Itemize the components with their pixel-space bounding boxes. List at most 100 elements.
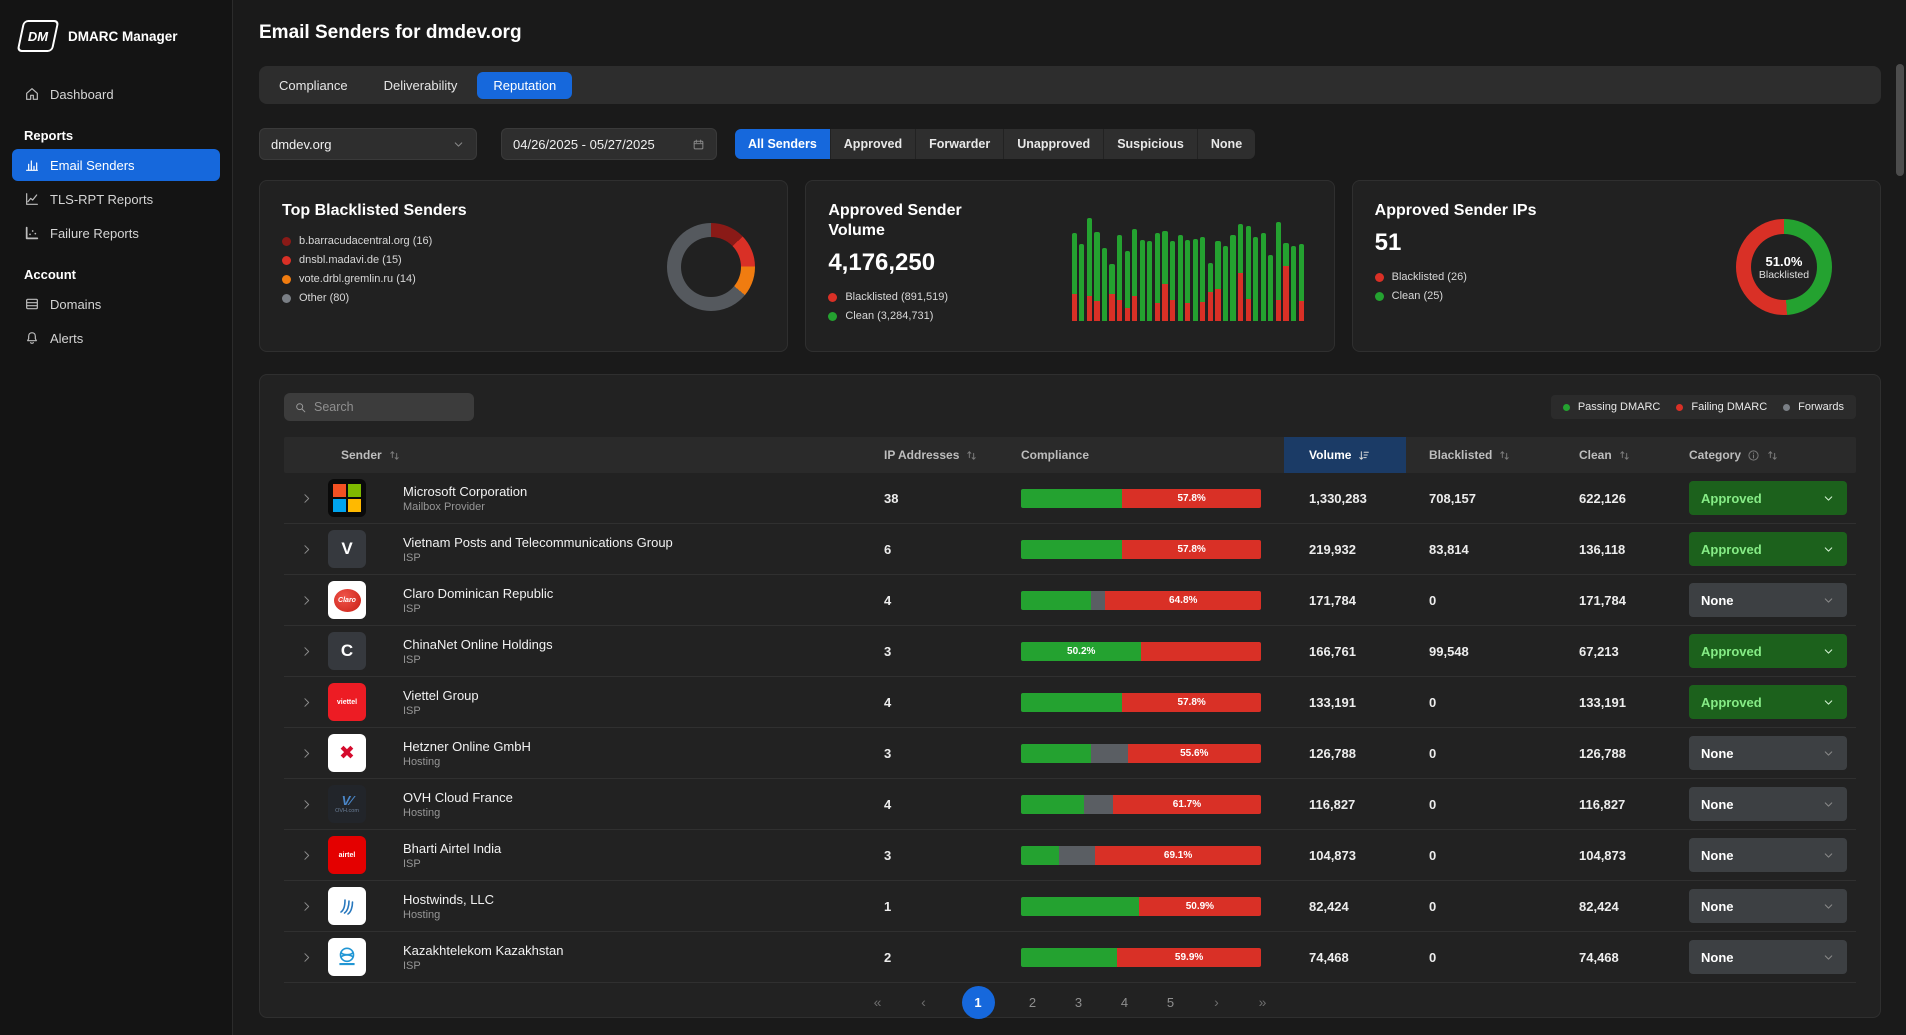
sender-logo bbox=[328, 887, 366, 925]
column-header-ip-addresses[interactable]: IP Addresses bbox=[851, 437, 1016, 473]
category-select[interactable]: None bbox=[1689, 583, 1847, 617]
sender-type: ISP bbox=[390, 552, 851, 564]
compliance-segment-red: 59.9% bbox=[1117, 948, 1261, 967]
sender-logo: viettel bbox=[328, 683, 366, 721]
row-expand-button[interactable] bbox=[284, 492, 328, 505]
legend-dot bbox=[282, 294, 291, 303]
volume-value: 1,330,283 bbox=[1284, 491, 1406, 506]
chevron-right-icon bbox=[300, 849, 313, 862]
card-approved-sender-volume: Approved Sender Volume 4,176,250 Blackli… bbox=[805, 180, 1334, 352]
pagination-page-5[interactable]: 5 bbox=[1163, 995, 1179, 1010]
tab-reputation[interactable]: Reputation bbox=[477, 72, 572, 99]
sender-type-button-suspicious[interactable]: Suspicious bbox=[1104, 129, 1198, 159]
compliance-segment-red: 50.9% bbox=[1139, 897, 1261, 916]
category-select[interactable]: None bbox=[1689, 889, 1847, 923]
category-select[interactable]: Approved bbox=[1689, 532, 1847, 566]
legend-dot bbox=[1783, 404, 1790, 411]
table-header: Sender IP Addresses Compliance Volume Bl… bbox=[284, 437, 1856, 473]
category-select[interactable]: Approved bbox=[1689, 634, 1847, 668]
compliance-legend: Passing DMARC Failing DMARC Forwards bbox=[1551, 395, 1856, 419]
sender-type-button-unapproved[interactable]: Unapproved bbox=[1004, 129, 1104, 159]
scrollbar-thumb[interactable] bbox=[1896, 64, 1904, 176]
blacklisted-value: 708,157 bbox=[1406, 491, 1558, 506]
row-expand-button[interactable] bbox=[284, 900, 328, 913]
legend-label: Blacklisted (26) bbox=[1392, 271, 1467, 283]
pagination-page-2[interactable]: 2 bbox=[1025, 995, 1041, 1010]
volume-bar bbox=[1200, 237, 1205, 321]
category-select[interactable]: Approved bbox=[1689, 685, 1847, 719]
row-expand-button[interactable] bbox=[284, 543, 328, 556]
chevron-down-icon bbox=[1822, 696, 1835, 709]
scatter-chart-icon bbox=[24, 225, 40, 241]
approved-volume-bar-chart bbox=[1072, 211, 1304, 321]
sidebar-item-email-senders[interactable]: Email Senders bbox=[12, 149, 220, 181]
tab-compliance[interactable]: Compliance bbox=[263, 72, 364, 99]
row-expand-button[interactable] bbox=[284, 798, 328, 811]
legend-dot bbox=[828, 293, 837, 302]
category-select[interactable]: None bbox=[1689, 838, 1847, 872]
legend-dot bbox=[282, 256, 291, 265]
row-expand-button[interactable] bbox=[284, 594, 328, 607]
sidebar-item-domains[interactable]: Domains bbox=[12, 288, 220, 320]
sidebar-item-label: Dashboard bbox=[50, 87, 114, 102]
tab-deliverability[interactable]: Deliverability bbox=[368, 72, 474, 99]
sender-type-button-all-senders[interactable]: All Senders bbox=[735, 129, 831, 159]
pagination-last-button[interactable]: » bbox=[1255, 994, 1271, 1010]
legend-item: Passing DMARC bbox=[1563, 401, 1661, 413]
pagination-prev-button[interactable]: ‹ bbox=[916, 994, 932, 1010]
compliance-segment-green bbox=[1021, 693, 1122, 712]
legend-label: Forwards bbox=[1798, 401, 1844, 413]
chevron-right-icon bbox=[300, 543, 313, 556]
chevron-down-icon bbox=[1822, 594, 1835, 607]
chevron-down-icon bbox=[1822, 951, 1835, 964]
category-select[interactable]: None bbox=[1689, 787, 1847, 821]
sidebar-section-label: Account bbox=[24, 267, 208, 282]
legend-dot bbox=[1375, 292, 1384, 301]
sender-type-button-none[interactable]: None bbox=[1198, 129, 1255, 159]
sender-type-button-forwarder[interactable]: Forwarder bbox=[916, 129, 1004, 159]
clean-value: 171,784 bbox=[1558, 593, 1670, 608]
compliance-segment-gray bbox=[1091, 591, 1105, 610]
search-input[interactable] bbox=[314, 400, 464, 414]
sidebar-item-failure-reports[interactable]: Failure Reports bbox=[12, 217, 220, 249]
row-expand-button[interactable] bbox=[284, 951, 328, 964]
sidebar-item-label: Alerts bbox=[50, 331, 83, 346]
legend-label: b.barracudacentral.org (16) bbox=[299, 235, 432, 247]
stat-cards: Top Blacklisted Senders b.barracudacentr… bbox=[259, 180, 1881, 352]
column-header-volume-sorted[interactable]: Volume bbox=[1284, 437, 1406, 473]
volume-bar bbox=[1125, 251, 1130, 321]
sidebar-item-tls-rpt-reports[interactable]: TLS-RPT Reports bbox=[12, 183, 220, 215]
pagination-page-1[interactable]: 1 bbox=[962, 986, 995, 1019]
column-header-category[interactable]: Category bbox=[1670, 437, 1856, 473]
donut-center-value: 51.0% bbox=[1766, 254, 1803, 269]
sort-icon bbox=[1618, 449, 1631, 462]
sidebar-item-dashboard[interactable]: Dashboard bbox=[12, 78, 220, 110]
pagination-next-button[interactable]: › bbox=[1209, 994, 1225, 1010]
column-header-sender[interactable]: Sender bbox=[328, 437, 851, 473]
pagination-page-3[interactable]: 3 bbox=[1071, 995, 1087, 1010]
sidebar-item-alerts[interactable]: Alerts bbox=[12, 322, 220, 354]
compliance-bar: 50.2% bbox=[1021, 642, 1261, 661]
date-range-picker[interactable]: 04/26/2025 - 05/27/2025 bbox=[501, 128, 717, 160]
category-select[interactable]: None bbox=[1689, 736, 1847, 770]
domain-select[interactable]: dmdev.org bbox=[259, 128, 477, 160]
column-header-clean[interactable]: Clean bbox=[1558, 437, 1670, 473]
column-header-blacklisted[interactable]: Blacklisted bbox=[1406, 437, 1558, 473]
category-select[interactable]: Approved bbox=[1689, 481, 1847, 515]
volume-bar bbox=[1170, 241, 1175, 321]
row-expand-button[interactable] bbox=[284, 849, 328, 862]
table-row: Kazakhtelekom Kazakhstan ISP 2 59.9% 74,… bbox=[284, 932, 1856, 983]
sidebar-item-label: Failure Reports bbox=[50, 226, 139, 241]
domain-select-value: dmdev.org bbox=[271, 137, 331, 152]
compliance-segment-green bbox=[1021, 489, 1122, 508]
pagination-first-button[interactable]: « bbox=[870, 994, 886, 1010]
sender-name: Hostwinds, LLC bbox=[390, 892, 851, 907]
pagination-page-4[interactable]: 4 bbox=[1117, 995, 1133, 1010]
compliance-percentage: 50.2% bbox=[1067, 646, 1095, 657]
row-expand-button[interactable] bbox=[284, 747, 328, 760]
volume-bar bbox=[1079, 244, 1084, 321]
category-select[interactable]: None bbox=[1689, 940, 1847, 974]
row-expand-button[interactable] bbox=[284, 696, 328, 709]
row-expand-button[interactable] bbox=[284, 645, 328, 658]
sender-type-button-approved[interactable]: Approved bbox=[831, 129, 916, 159]
